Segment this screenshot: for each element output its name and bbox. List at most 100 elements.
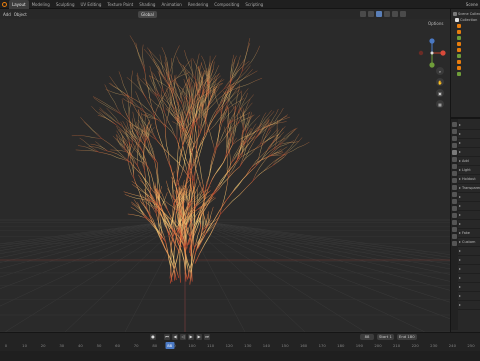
outliner-row[interactable] (451, 71, 480, 77)
frame-tick-label: 40 (77, 343, 83, 348)
properties-tab-icon[interactable] (452, 178, 457, 183)
properties-section[interactable] (458, 274, 480, 283)
properties-section[interactable] (458, 247, 480, 256)
properties-section[interactable] (458, 283, 480, 292)
frame-ruler[interactable]: 0102030405060708090100110120130140150160… (0, 342, 480, 351)
grid-view-icon[interactable]: ▦ (436, 100, 444, 108)
workspace-tab-layout[interactable]: Layout (9, 0, 29, 9)
properties-section[interactable]: Transparency (458, 184, 480, 193)
properties-tab-icon[interactable] (452, 199, 457, 204)
properties-tab-icon[interactable] (452, 227, 457, 232)
properties-section[interactable] (458, 202, 480, 211)
properties-section[interactable] (458, 193, 480, 202)
navigation-gizmo[interactable] (416, 35, 448, 71)
properties-tab-icon[interactable] (452, 157, 457, 162)
prev-key-icon[interactable]: ◀ (172, 334, 178, 340)
play-reverse-icon[interactable]: ◁ (180, 334, 186, 340)
workspace-tab-uv-editing[interactable]: UV Editing (78, 0, 105, 9)
outliner-item-icon (457, 60, 461, 64)
expand-triangle-icon (459, 259, 461, 261)
outliner-item-icon (457, 24, 461, 28)
properties-section[interactable] (458, 130, 480, 139)
frame-tick-label: 190 (355, 343, 364, 348)
properties-tab-icon[interactable] (452, 129, 457, 134)
expand-triangle-icon (459, 250, 461, 252)
timeline-header: ● ⏮ ◀ ◁ ▶ ▶ ⏭ 88 Start 1 End 180 (0, 333, 480, 341)
workspace-tab-compositing[interactable]: Compositing (211, 0, 242, 9)
properties-tab-icon[interactable] (452, 171, 457, 176)
properties-section[interactable] (458, 220, 480, 229)
properties-editor: Add Light Holdout Transparency Fake Custom (451, 119, 480, 330)
workspace-tab-rendering[interactable]: Rendering (185, 0, 211, 9)
properties-tab-icon[interactable] (452, 150, 457, 155)
outliner-item-icon (457, 42, 461, 46)
record-icon[interactable]: ● (150, 334, 156, 340)
end-label: End (398, 334, 407, 339)
zoom-icon[interactable]: ⌕ (436, 67, 444, 75)
jump-end-icon[interactable]: ⏭ (204, 334, 210, 340)
properties-section[interactable]: Fake (458, 229, 480, 238)
jump-start-icon[interactable]: ⏮ (164, 334, 170, 340)
properties-section[interactable]: Light (458, 166, 480, 175)
menu-object[interactable]: Object (14, 12, 27, 17)
overlay-icon[interactable] (360, 11, 366, 17)
rendered-shading-icon[interactable] (400, 11, 406, 17)
3d-viewport[interactable]: Add Object Global Options ⌕ ✋ ▣ ▦ (0, 9, 450, 332)
properties-section[interactable] (458, 211, 480, 220)
properties-tab-icon[interactable] (452, 241, 457, 246)
scene-selector[interactable]: Scene (466, 1, 478, 8)
frame-tick-label: 10 (22, 343, 28, 348)
orientation-dropdown[interactable]: Global (138, 11, 157, 18)
frame-tick-label: 20 (40, 343, 46, 348)
properties-tab-icon[interactable] (452, 213, 457, 218)
xray-icon[interactable] (368, 11, 374, 17)
wireframe-shading-icon[interactable] (376, 11, 382, 17)
properties-section[interactable] (458, 139, 480, 148)
play-icon[interactable]: ▶ (188, 334, 194, 340)
expand-triangle-icon (459, 223, 461, 225)
frame-tick-label: 170 (318, 343, 326, 348)
properties-tab-icon[interactable] (452, 136, 457, 141)
properties-tab-icon[interactable] (452, 122, 457, 127)
next-key-icon[interactable]: ▶ (196, 334, 202, 340)
frame-tick-label: 220 (411, 343, 419, 348)
properties-section[interactable]: Add (458, 157, 480, 166)
properties-tab-icon[interactable] (452, 192, 457, 197)
expand-triangle-icon (459, 304, 461, 306)
properties-section-label: Add (462, 159, 469, 163)
gizmo-x-axis-icon (440, 50, 446, 56)
properties-section[interactable]: Holdout (458, 175, 480, 184)
material-shading-icon[interactable] (392, 11, 398, 17)
workspace-tab-modeling[interactable]: Modeling (29, 0, 53, 9)
frame-tick-label: 250 (467, 343, 475, 348)
end-frame-field[interactable]: End 180 (396, 334, 417, 340)
properties-tab-icon[interactable] (452, 143, 457, 148)
solid-shading-icon[interactable] (384, 11, 390, 17)
properties-section[interactable] (458, 148, 480, 157)
blender-logo-icon[interactable] (0, 0, 9, 9)
properties-section[interactable] (458, 121, 480, 130)
menu-add[interactable]: Add (3, 12, 11, 17)
hand-pan-icon[interactable]: ✋ (436, 78, 444, 86)
properties-section[interactable] (458, 265, 480, 274)
workspace-tab-scripting[interactable]: Scripting (242, 0, 266, 9)
properties-tab-icon[interactable] (452, 164, 457, 169)
properties-section[interactable] (458, 256, 480, 265)
properties-section[interactable] (458, 292, 480, 301)
workspace-tab-sculpting[interactable]: Sculpting (53, 0, 78, 9)
properties-section[interactable] (458, 301, 480, 310)
properties-tab-icon[interactable] (452, 185, 457, 190)
current-frame-marker[interactable]: 88 (165, 342, 175, 349)
current-frame-field[interactable]: 88 (360, 334, 374, 340)
properties-tab-icon[interactable] (452, 234, 457, 239)
workspace-tab-texture-paint[interactable]: Texture Paint (104, 0, 136, 9)
start-frame-field[interactable]: Start 1 (377, 334, 394, 340)
top-bar: Layout Modeling Sculpting UV Editing Texture… (0, 0, 480, 9)
properties-tab-icon[interactable] (452, 206, 457, 211)
properties-section[interactable]: Custom (458, 238, 480, 247)
workspace-tab-shading[interactable]: Shading (136, 0, 158, 9)
workspace-tab-animation[interactable]: Animation (158, 0, 184, 9)
properties-tab-icon[interactable] (452, 220, 457, 225)
options-dropdown[interactable]: Options (428, 21, 443, 26)
camera-icon[interactable]: ▣ (436, 89, 444, 97)
